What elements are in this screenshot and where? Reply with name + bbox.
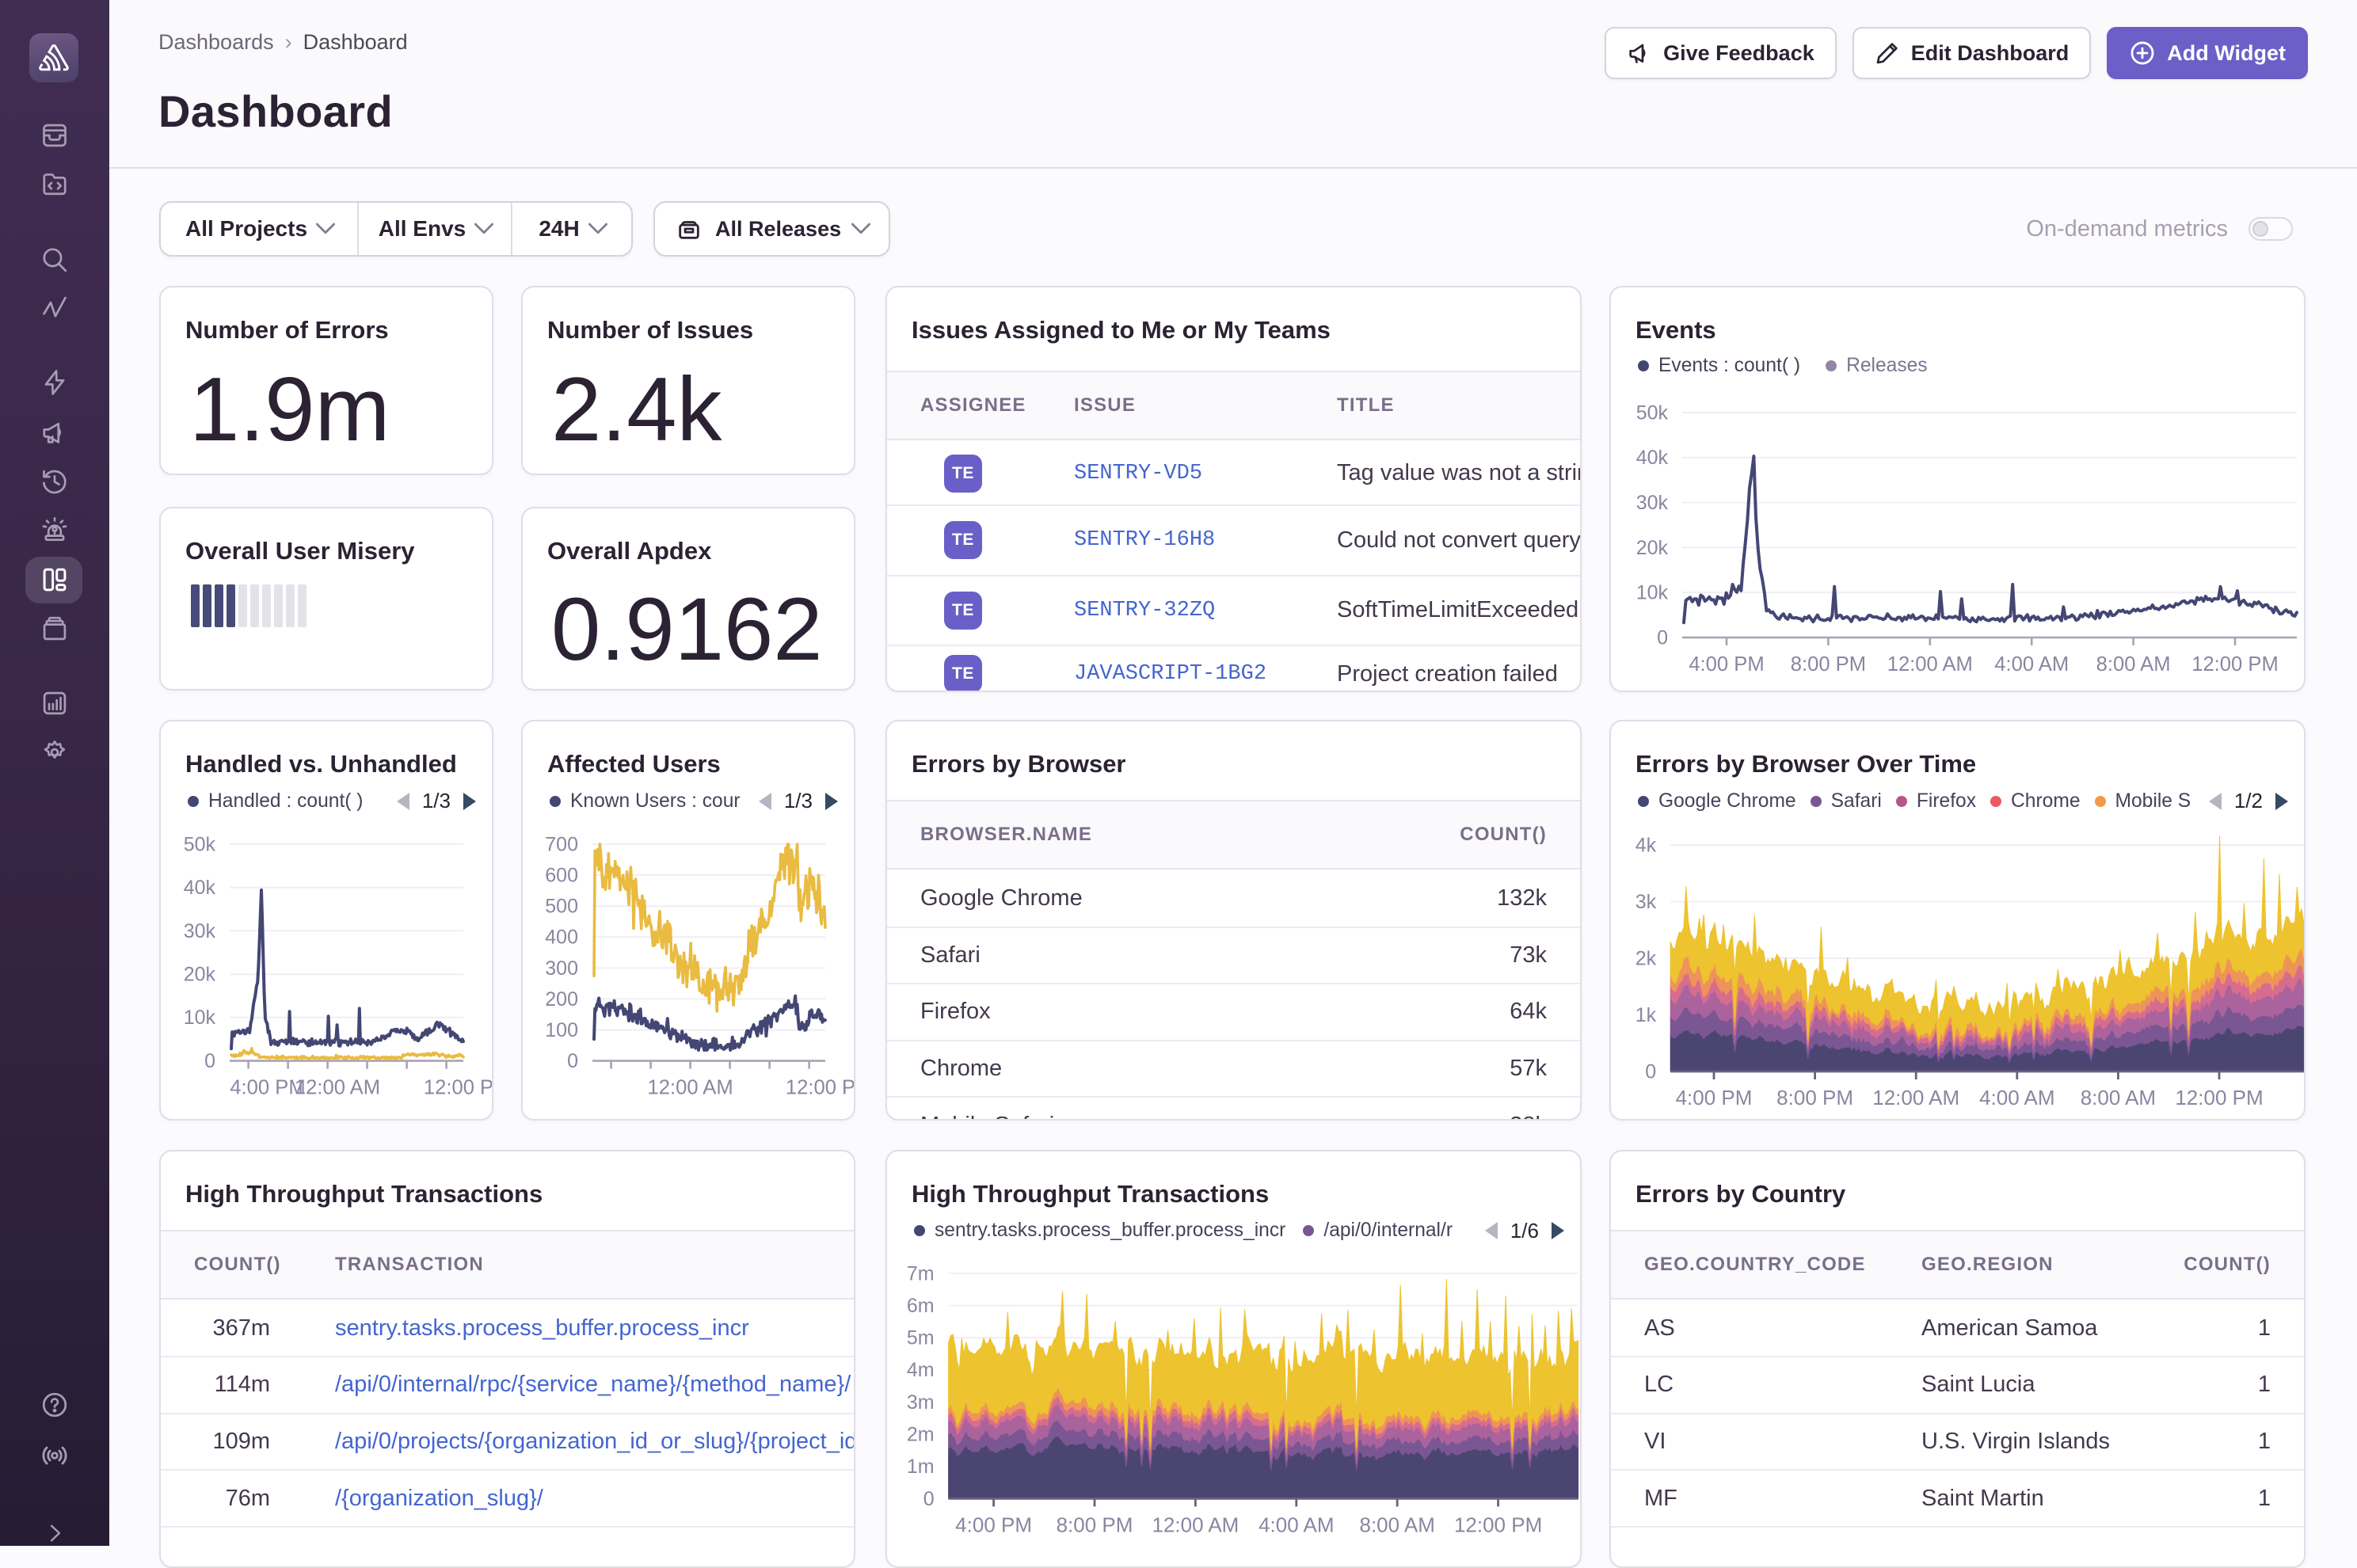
svg-text:700: 700 xyxy=(545,833,578,855)
svg-text:8:00 PM: 8:00 PM xyxy=(1057,1513,1133,1536)
svg-text:500: 500 xyxy=(545,896,578,918)
svg-text:100: 100 xyxy=(545,1019,578,1041)
svg-text:300: 300 xyxy=(545,957,578,980)
svg-text:7m: 7m xyxy=(907,1262,935,1284)
svg-text:12:00 PM: 12:00 PM xyxy=(2191,653,2279,676)
svg-text:8:00 PM: 8:00 PM xyxy=(1791,653,1866,676)
svg-text:3m: 3m xyxy=(907,1391,935,1414)
svg-text:12:00 AM: 12:00 AM xyxy=(648,1077,733,1099)
svg-text:1m: 1m xyxy=(907,1456,935,1478)
svg-text:4k: 4k xyxy=(1635,834,1657,856)
svg-text:4:00 PM: 4:00 PM xyxy=(1676,1086,1753,1109)
svg-text:0: 0 xyxy=(923,1487,935,1509)
svg-text:12:00 P: 12:00 P xyxy=(424,1077,492,1099)
svg-text:8:00 PM: 8:00 PM xyxy=(1776,1086,1853,1109)
svg-text:12:00 AM: 12:00 AM xyxy=(1887,653,1973,676)
svg-text:4:00 AM: 4:00 AM xyxy=(1258,1513,1334,1536)
svg-text:1k: 1k xyxy=(1635,1004,1657,1026)
svg-text:12:00 PM: 12:00 PM xyxy=(1454,1513,1542,1536)
svg-text:8:00 AM: 8:00 AM xyxy=(1359,1513,1434,1536)
svg-text:6m: 6m xyxy=(907,1295,935,1317)
svg-text:4:00 AM: 4:00 AM xyxy=(1994,653,2069,676)
svg-text:4:00 PM: 4:00 PM xyxy=(955,1513,1032,1536)
svg-text:600: 600 xyxy=(545,864,578,886)
svg-text:4:00 PM: 4:00 PM xyxy=(1689,653,1764,676)
svg-text:0: 0 xyxy=(204,1050,215,1072)
svg-text:0: 0 xyxy=(567,1050,578,1072)
svg-text:200: 200 xyxy=(545,988,578,1010)
svg-text:10k: 10k xyxy=(184,1007,216,1029)
svg-text:8:00 AM: 8:00 AM xyxy=(2096,653,2171,676)
svg-text:40k: 40k xyxy=(184,877,216,899)
svg-text:0: 0 xyxy=(1657,626,1668,649)
svg-text:30k: 30k xyxy=(184,920,216,942)
svg-text:12:00 PM: 12:00 PM xyxy=(2175,1086,2263,1109)
svg-text:20k: 20k xyxy=(184,964,216,986)
svg-text:12:00 AM: 12:00 AM xyxy=(295,1077,380,1099)
svg-text:40k: 40k xyxy=(1636,447,1669,469)
svg-text:12:00 AM: 12:00 AM xyxy=(1152,1513,1239,1536)
svg-text:5m: 5m xyxy=(907,1326,935,1349)
svg-text:10k: 10k xyxy=(1636,582,1669,604)
svg-text:4:00 AM: 4:00 AM xyxy=(1979,1086,2054,1109)
svg-text:50k: 50k xyxy=(1636,402,1669,424)
svg-text:50k: 50k xyxy=(184,833,216,855)
svg-text:0: 0 xyxy=(1645,1060,1656,1083)
svg-text:12:00 AM: 12:00 AM xyxy=(1872,1086,1959,1109)
svg-text:8:00 AM: 8:00 AM xyxy=(2081,1086,2156,1109)
svg-text:2m: 2m xyxy=(907,1423,935,1445)
svg-text:30k: 30k xyxy=(1636,492,1669,514)
svg-text:2k: 2k xyxy=(1635,947,1657,969)
svg-text:20k: 20k xyxy=(1636,537,1669,559)
svg-text:4m: 4m xyxy=(907,1359,935,1381)
svg-text:3k: 3k xyxy=(1635,891,1657,913)
svg-text:400: 400 xyxy=(545,927,578,949)
svg-text:12:00 P: 12:00 P xyxy=(786,1077,854,1099)
